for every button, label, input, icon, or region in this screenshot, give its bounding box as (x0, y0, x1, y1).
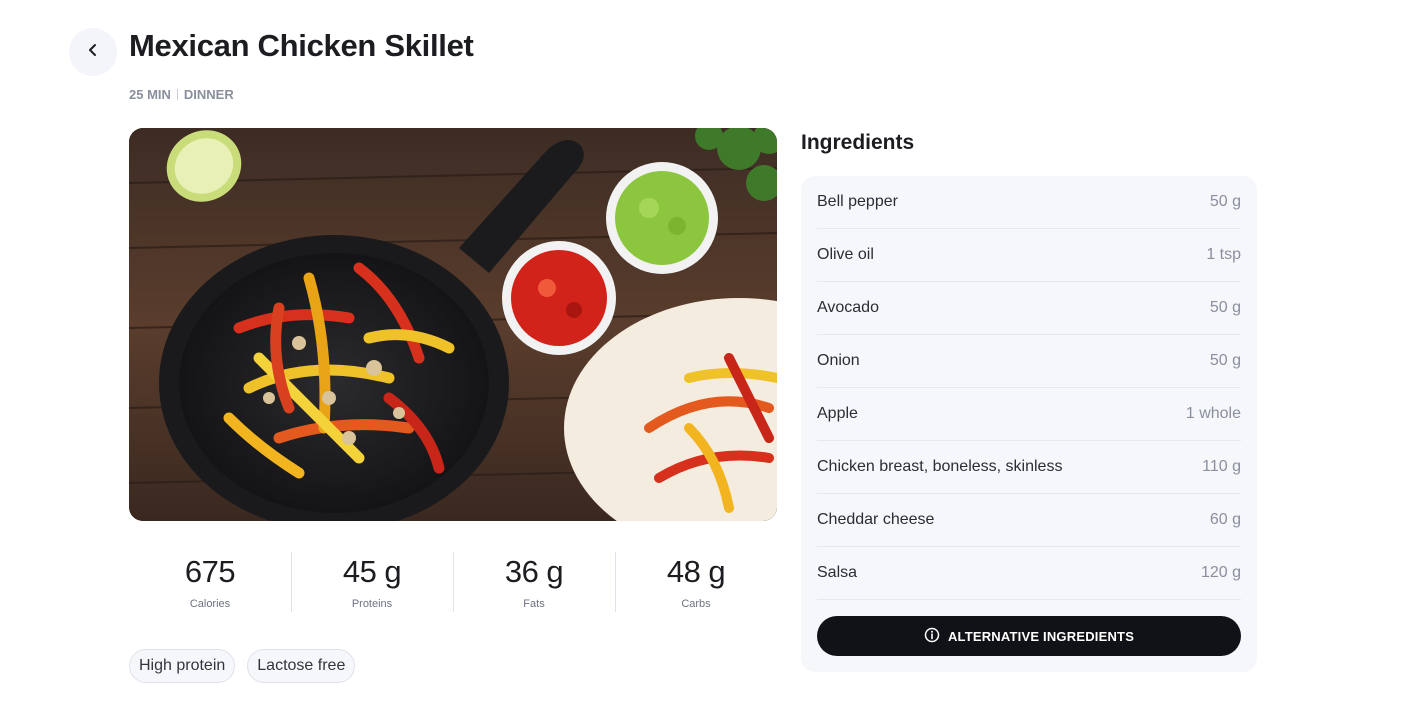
nutrition-fats: 36 g Fats (453, 552, 615, 614)
ingredient-row: Onion 50 g (817, 335, 1241, 388)
recipe-meta: 25 MIN DINNER (129, 87, 234, 102)
ingredient-name: Chicken breast, boneless, skinless (817, 458, 1063, 475)
meta-divider (176, 89, 178, 100)
ingredient-quantity: 110 g (1202, 458, 1241, 475)
diet-tags: High protein Lactose free (129, 649, 356, 683)
ingredient-row: Avocado 50 g (817, 282, 1241, 335)
ingredient-quantity: 50 g (1209, 352, 1241, 369)
alternative-ingredients-button[interactable]: ALTERNATIVE INGREDIENTS (817, 616, 1241, 656)
ingredient-row: Chicken breast, boneless, skinless 110 g (817, 441, 1241, 494)
tag-high-protein[interactable]: High protein (129, 649, 236, 683)
nutrition-proteins: 45 g Proteins (291, 552, 453, 614)
nutrition-carbs: 48 g Carbs (615, 552, 777, 614)
ingredient-name: Onion (817, 352, 860, 369)
ingredient-quantity: 50 g (1209, 193, 1241, 210)
ingredient-row: Olive oil 1 tsp (817, 229, 1241, 282)
tag-lactose-free[interactable]: Lactose free (247, 649, 356, 683)
nutrition-calories: 675 Calories (129, 552, 291, 614)
recipe-meal-type: DINNER (183, 87, 234, 102)
ingredient-name: Bell pepper (817, 193, 898, 210)
nutrition-value: 36 g (504, 554, 564, 589)
ingredient-quantity: 1 tsp (1206, 246, 1241, 263)
nutrition-value: 675 (184, 554, 236, 589)
ingredients-card: Bell pepper 50 g Olive oil 1 tsp Avocado… (801, 176, 1257, 672)
nutrition-summary: 675 Calories 45 g Proteins 36 g Fats 48 … (129, 552, 777, 614)
recipe-photo (129, 128, 777, 521)
nutrition-label: Calories (189, 598, 231, 610)
page-title: Mexican Chicken Skillet (129, 28, 474, 63)
ingredient-name: Apple (817, 405, 858, 422)
ingredient-quantity: 50 g (1209, 299, 1241, 316)
chevron-left-icon (85, 42, 101, 63)
info-icon (924, 627, 940, 646)
ingredient-name: Avocado (817, 299, 879, 316)
ingredient-name: Cheddar cheese (817, 511, 935, 528)
ingredient-name: Salsa (817, 564, 858, 581)
ingredient-row: Salsa 120 g (817, 547, 1241, 600)
ingredient-row: Bell pepper 50 g (817, 176, 1241, 229)
nutrition-label: Proteins (351, 598, 393, 610)
alternative-ingredients-label: ALTERNATIVE INGREDIENTS (947, 628, 1135, 644)
ingredient-row: Apple 1 whole (817, 388, 1241, 441)
nutrition-label: Fats (523, 598, 545, 610)
nutrition-value: 45 g (342, 554, 402, 589)
nutrition-value: 48 g (666, 554, 726, 589)
back-button[interactable] (69, 28, 117, 76)
ingredients-heading: Ingredients (801, 131, 915, 154)
ingredient-quantity: 1 whole (1185, 405, 1241, 422)
ingredient-quantity: 60 g (1209, 511, 1241, 528)
ingredient-quantity: 120 g (1200, 564, 1241, 581)
nutrition-label: Carbs (681, 598, 711, 610)
ingredient-row: Cheddar cheese 60 g (817, 494, 1241, 547)
ingredient-name: Olive oil (817, 246, 874, 263)
recipe-duration: 25 MIN (129, 87, 171, 102)
